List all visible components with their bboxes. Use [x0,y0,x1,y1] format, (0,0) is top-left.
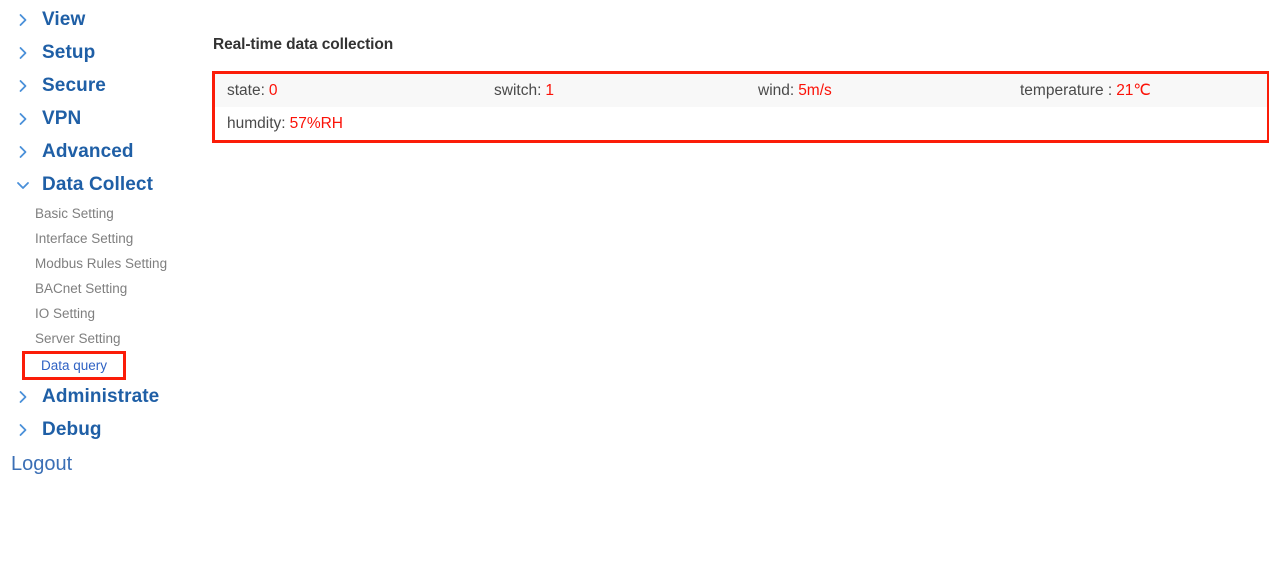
sidebar-item-label: Administrate [42,385,160,407]
sidebar-item-data-query[interactable]: Data query [22,351,126,380]
chevron-right-icon [14,110,32,128]
sidebar-item-administrate[interactable]: Administrate [0,380,205,413]
reading-value: 21℃ [1116,82,1151,99]
sidebar-item-setup[interactable]: Setup [0,36,205,69]
page-title: Real-time data collection [213,36,394,53]
logout-link[interactable]: Logout [0,449,205,480]
logout-label: Logout [11,453,73,475]
sidebar-subitem-label: BACnet Setting [35,281,128,296]
sidebar-item-debug[interactable]: Debug [0,413,205,446]
sidebar-item-bacnet-setting[interactable]: BACnet Setting [0,276,205,301]
reading-key: humdity: [227,114,286,132]
reading-state: state: 0 [227,74,278,107]
chevron-right-icon [14,11,32,29]
reading-temperature: temperature :21℃ [1020,74,1151,107]
reading-key: wind: [758,81,795,99]
sidebar-item-secure[interactable]: Secure [0,69,205,102]
reading-humidity: humdity: 57%RH [227,107,343,140]
reading-key: switch: [494,81,542,99]
sidebar-subitem-label: Data query [40,358,108,373]
chevron-right-icon [14,77,32,95]
main-content: Real-time data collection state: 0 switch… [205,0,1269,582]
sidebar-item-view[interactable]: View [0,3,205,36]
reading-value: 1 [545,81,554,99]
reading-key: temperature : [1020,81,1113,99]
chevron-down-icon [14,176,32,194]
reading-value: 5m/s [798,81,832,99]
chevron-right-icon [14,388,32,406]
reading-key: state: [227,81,265,99]
sidebar-item-data-collect[interactable]: Data Collect [0,168,205,201]
sidebar-item-label: Debug [42,418,102,440]
sidebar-item-modbus-rules-setting[interactable]: Modbus Rules Setting [0,251,205,276]
sidebar-subitem-label: Basic Setting [35,206,114,221]
sidebar-subitem-label: Server Setting [35,331,121,346]
realtime-data-panel: state: 0 switch: 1 wind: 5m/s temperature :… [212,71,1269,143]
reading-switch: switch: 1 [494,74,554,107]
sidebar-item-label: Setup [42,41,96,63]
chevron-right-icon [14,44,32,62]
sidebar-item-interface-setting[interactable]: Interface Setting [0,226,205,251]
sidebar-item-server-setting[interactable]: Server Setting [0,326,205,351]
sidebar-item-advanced[interactable]: Advanced [0,135,205,168]
chevron-right-icon [14,421,32,439]
sidebar-subitem-label: IO Setting [35,306,96,321]
sidebar-navigation: View Setup Secure VPN Advanced Data Coll… [0,0,205,582]
sidebar-item-label: VPN [42,107,82,129]
sidebar-item-vpn[interactable]: VPN [0,102,205,135]
data-row: state: 0 switch: 1 wind: 5m/s temperature :… [215,74,1267,107]
sidebar-item-label: Data Collect [42,173,154,195]
sidebar-subitem-label: Interface Setting [35,231,134,246]
sidebar-subitem-label: Modbus Rules Setting [35,256,168,271]
reading-wind: wind: 5m/s [758,74,832,107]
chevron-right-icon [14,143,32,161]
sidebar-item-io-setting[interactable]: IO Setting [0,301,205,326]
sidebar-item-label: Secure [42,74,106,96]
data-row: humdity: 57%RH [215,107,1267,140]
sidebar-item-basic-setting[interactable]: Basic Setting [0,201,205,226]
reading-value: 57%RH [289,114,344,132]
sidebar-item-label: View [42,8,86,30]
reading-value: 0 [268,81,278,99]
sidebar-item-label: Advanced [42,140,134,162]
